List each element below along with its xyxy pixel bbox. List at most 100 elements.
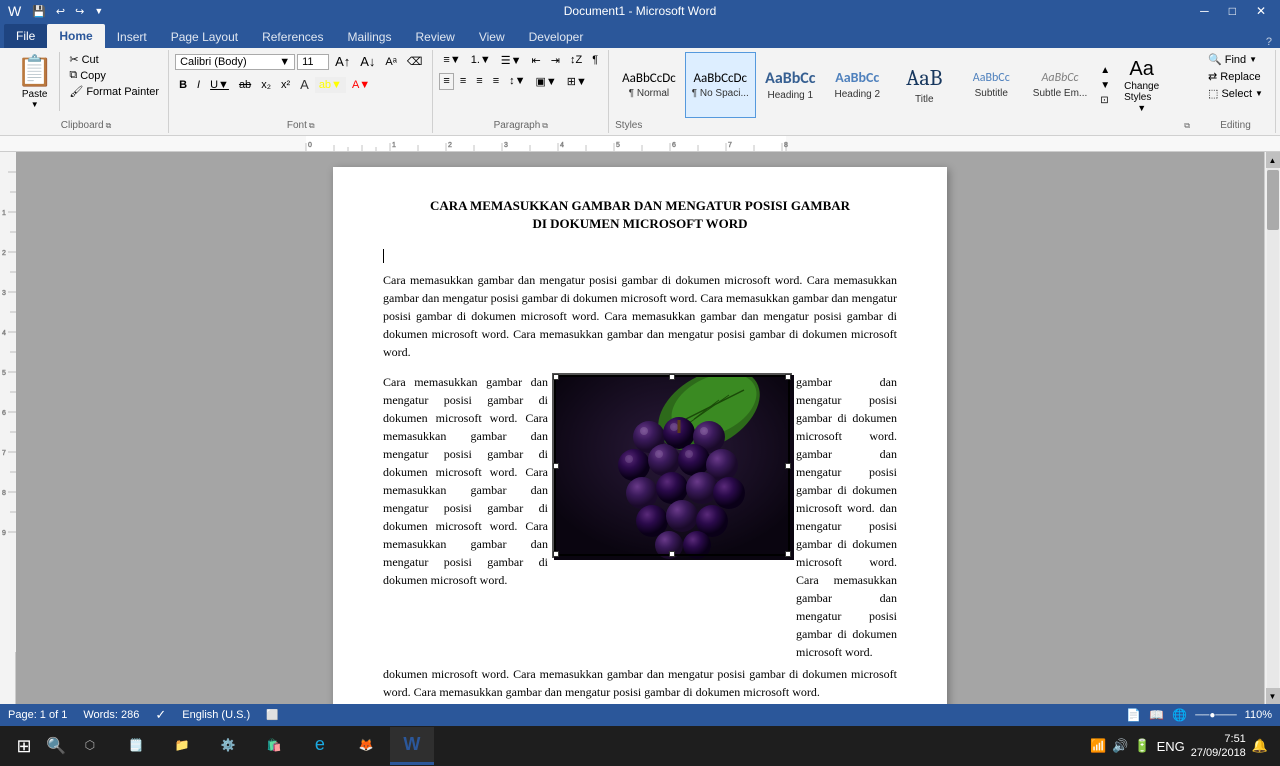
paste-button[interactable]: 📋 Paste ▼: [10, 52, 60, 111]
show-marks-button[interactable]: ¶: [588, 52, 602, 69]
text-highlight-button[interactable]: ab▼: [315, 77, 346, 93]
style-subtle-em[interactable]: AaBbCc Subtle Em...: [1026, 52, 1094, 118]
page-status[interactable]: Page: 1 of 1: [8, 709, 67, 721]
taskbar-app-explorer[interactable]: 📁: [160, 727, 204, 765]
tab-insert[interactable]: Insert: [105, 26, 159, 48]
word-count[interactable]: Words: 286: [83, 709, 139, 721]
taskbar-app-word[interactable]: W: [390, 727, 434, 765]
scroll-down-button[interactable]: ▼: [1266, 688, 1280, 704]
styles-more-arrow[interactable]: ⊡: [1098, 93, 1112, 108]
styles-up-arrow[interactable]: ▲: [1098, 63, 1112, 78]
spell-check-icon[interactable]: ✓: [155, 707, 166, 723]
scroll-thumb[interactable]: [1267, 170, 1279, 230]
qat-undo[interactable]: ↩: [53, 4, 68, 19]
tab-view[interactable]: View: [467, 26, 517, 48]
maximize-button[interactable]: □: [1223, 4, 1242, 18]
shrink-font-button[interactable]: A↓: [356, 52, 379, 71]
editing-group: 🔍 Find ▼ ⇄ Replace ⬚ Select ▼ Editing: [1196, 50, 1276, 133]
tray-notification-icon[interactable]: 🔔: [1252, 738, 1268, 754]
font-size-box[interactable]: 11: [297, 54, 329, 70]
tab-developer[interactable]: Developer: [517, 26, 596, 48]
style-subtitle[interactable]: AaBbCc Subtitle: [959, 52, 1024, 118]
grow-font-button[interactable]: A↑: [331, 52, 354, 71]
shading-button[interactable]: ▣▼: [532, 73, 561, 90]
language-status[interactable]: English (U.S.): [182, 709, 250, 721]
line-spacing-button[interactable]: ↕▼: [505, 73, 529, 90]
sort-button[interactable]: ↕Z: [566, 52, 586, 69]
justify-button[interactable]: ≡: [489, 73, 503, 90]
document-scroll-area[interactable]: CARA MEMASUKKAN GAMBAR DAN MENGATUR POSI…: [16, 152, 1264, 704]
bullets-button[interactable]: ≡▼: [439, 52, 464, 69]
tray-datetime[interactable]: 7:51 27/09/2018: [1191, 732, 1246, 761]
borders-button[interactable]: ⊞▼: [563, 73, 591, 90]
zoom-level[interactable]: 110%: [1245, 709, 1272, 721]
style-heading1[interactable]: AaBbCc Heading 1: [758, 52, 823, 118]
replace-button[interactable]: ⇄ Replace: [1205, 69, 1264, 84]
tray-network-icon[interactable]: 📶: [1090, 738, 1106, 754]
taskbar-app-edge[interactable]: e: [298, 727, 342, 765]
font-expand-icon[interactable]: ⧉: [309, 121, 315, 131]
style-no-spacing[interactable]: AaBbCcDc ¶ No Spaci...: [685, 52, 756, 118]
multilevel-list-button[interactable]: ☰▼: [497, 52, 526, 69]
tray-sound-icon[interactable]: 🔊: [1112, 738, 1128, 754]
style-heading2[interactable]: AaBbCc Heading 2: [825, 52, 890, 118]
select-button[interactable]: ⬚ Select ▼: [1205, 86, 1266, 101]
tray-battery-icon[interactable]: 🔋: [1134, 738, 1150, 754]
change-case-button[interactable]: Aᵃ: [381, 54, 400, 70]
paragraph-1[interactable]: Cara memasukkan gambar dan mengatur posi…: [383, 271, 897, 361]
font-name-box[interactable]: Calibri (Body) ▼: [175, 54, 295, 70]
grape-image-container[interactable]: [552, 373, 792, 558]
decrease-indent-button[interactable]: ⇤: [528, 52, 545, 69]
tab-references[interactable]: References: [250, 26, 335, 48]
paste-dropdown-icon[interactable]: ▼: [31, 100, 39, 109]
close-button[interactable]: ✕: [1250, 4, 1272, 18]
scroll-up-button[interactable]: ▲: [1266, 152, 1280, 168]
taskbar-app-firefox[interactable]: 🦊: [344, 727, 388, 765]
style-normal[interactable]: AaBbCcDc ¶ Normal: [615, 52, 683, 118]
copy-button[interactable]: ⧉ Copy: [66, 68, 162, 83]
clipboard-expand-icon[interactable]: ⧉: [106, 121, 112, 131]
taskbar-app-cortana[interactable]: ⬡: [68, 727, 112, 765]
search-button[interactable]: 🔍: [46, 727, 66, 765]
qat-customize[interactable]: ▼: [91, 5, 106, 17]
align-right-button[interactable]: ≡: [472, 73, 486, 90]
styles-down-arrow[interactable]: ▼: [1098, 78, 1112, 93]
numbering-button[interactable]: 1.▼: [467, 52, 495, 69]
qat-redo[interactable]: ↪: [72, 4, 87, 19]
align-center-button[interactable]: ≡: [456, 73, 470, 90]
font-color-button[interactable]: A▼: [348, 77, 374, 93]
tab-review[interactable]: Review: [403, 26, 466, 48]
change-styles-button[interactable]: Aa ChangeStyles ▼: [1114, 54, 1169, 117]
scroll-track[interactable]: [1267, 168, 1279, 688]
cut-button[interactable]: ✂ Cut: [66, 52, 162, 67]
tab-page-layout[interactable]: Page Layout: [159, 26, 250, 48]
strikethrough-button[interactable]: ab: [235, 77, 255, 93]
minimize-button[interactable]: ─: [1194, 4, 1215, 18]
text-effects-button[interactable]: A: [296, 75, 313, 94]
find-button[interactable]: 🔍 Find ▼: [1205, 52, 1260, 67]
right-scrollbar: ▲ ▼: [1264, 152, 1280, 704]
qat-save[interactable]: 💾: [29, 4, 49, 19]
taskbar-app-store[interactable]: 🛍️: [252, 727, 296, 765]
tab-file[interactable]: File: [4, 24, 47, 48]
ribbon-help[interactable]: ?: [1266, 36, 1272, 48]
align-left-button[interactable]: ≡: [439, 73, 453, 90]
start-button[interactable]: ⊞: [4, 727, 44, 765]
styles-expand-icon[interactable]: ⧉: [1184, 121, 1190, 131]
format-painter-button[interactable]: 🖌 Format Painter: [66, 84, 162, 99]
bold-button[interactable]: B: [175, 77, 191, 93]
italic-button[interactable]: I: [193, 77, 204, 93]
clear-format-button[interactable]: ⌫: [403, 53, 427, 70]
underline-button[interactable]: U▼: [206, 77, 233, 93]
tab-home[interactable]: Home: [47, 24, 104, 48]
style-title[interactable]: AaB Title: [892, 52, 957, 118]
tab-mailings[interactable]: Mailings: [335, 26, 403, 48]
taskbar-app-notes[interactable]: 🗒️: [114, 727, 158, 765]
subscript-button[interactable]: x₂: [257, 77, 275, 93]
tray-lang-label[interactable]: ENG: [1157, 739, 1185, 754]
taskbar-app-settings[interactable]: ⚙️: [206, 727, 250, 765]
paragraph-expand-icon[interactable]: ⧉: [542, 121, 548, 131]
increase-indent-button[interactable]: ⇥: [547, 52, 564, 69]
superscript-button[interactable]: x²: [277, 77, 294, 93]
zoom-slider[interactable]: ──●───: [1195, 710, 1236, 721]
